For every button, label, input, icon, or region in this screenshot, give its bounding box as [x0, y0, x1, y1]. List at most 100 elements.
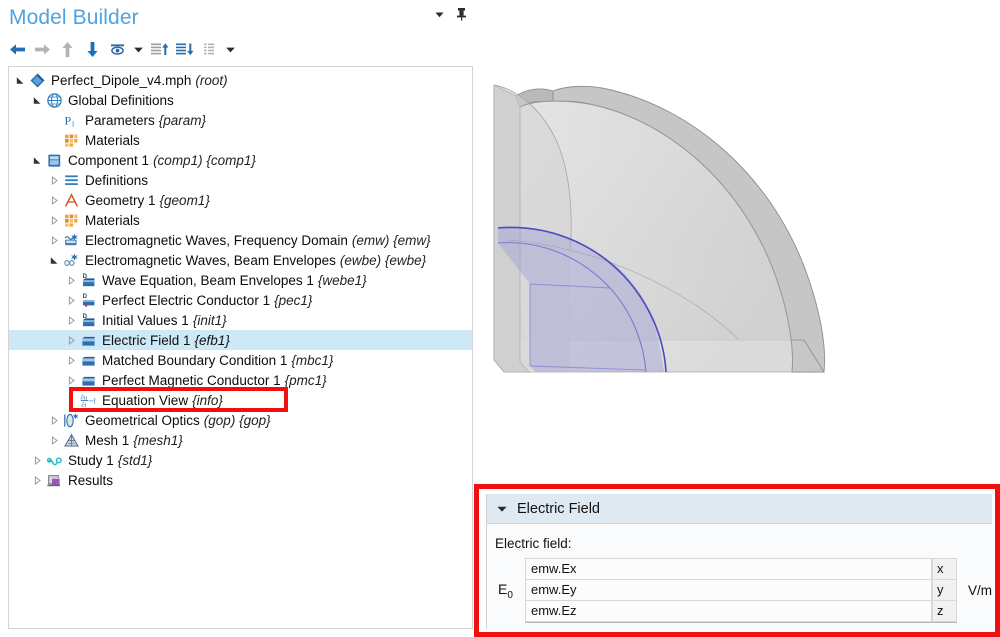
tree-node-results[interactable]: Results [9, 470, 472, 490]
ey-input[interactable]: emw.Ey [525, 579, 932, 601]
tree-node-tag: (comp1) {comp1} [153, 152, 256, 168]
pec-node-icon: D [80, 292, 97, 309]
tree-node-label: Materials [85, 132, 140, 148]
back-button[interactable] [5, 36, 30, 62]
tree-collapsed-icon[interactable] [49, 235, 60, 246]
tree-node-tag: {mesh1} [133, 432, 183, 448]
equation-view-icon: ∂u ∂t =f [80, 392, 97, 409]
model-root-icon [29, 72, 46, 89]
geometry-icon [63, 192, 80, 209]
svg-text:∂t: ∂t [81, 402, 86, 409]
collapse-dropdown-icon[interactable] [433, 8, 446, 26]
tree-node-wave-equation-beam-envelopes-1[interactable]: D Wave Equation, Beam Envelopes 1 {webe1} [9, 270, 472, 290]
tree-collapsed-icon[interactable] [66, 375, 77, 386]
move-down-button[interactable] [80, 36, 105, 62]
show-dropdown-button[interactable] [130, 36, 147, 62]
tree-node-label: Initial Values 1 [102, 312, 189, 328]
move-up-button[interactable] [55, 36, 80, 62]
tree-node-perfect-electric-conductor-1[interactable]: D Perfect Electric Conductor 1 {pec1} [9, 290, 472, 310]
tree-node-perfect-magnetic-conductor-1[interactable]: Perfect Magnetic Conductor 1 {pmc1} [9, 370, 472, 390]
table-row: emw.Ez z [525, 600, 957, 622]
tree-node-parameters[interactable]: Pi Parameters {param} [9, 110, 472, 130]
tree-collapsed-icon[interactable] [32, 455, 43, 466]
tree-node-geometrical-optics[interactable]: Geometrical Optics (gop) {gop} [9, 410, 472, 430]
expand-all-button[interactable] [172, 36, 197, 62]
tree-collapsed-icon[interactable] [49, 415, 60, 426]
tree-node-label: Electric Field 1 [102, 332, 191, 348]
tree-collapsed-icon[interactable] [66, 295, 77, 306]
model-builder-window: Model Builder Perfect_Dipole_v4.mph (roo… [0, 0, 1000, 637]
tree-node-label: Materials [85, 212, 140, 228]
ez-input[interactable]: emw.Ez [525, 600, 932, 622]
tree-node-tag: {geom1} [159, 192, 210, 208]
tree-node-tag: (gop) {gop} [203, 412, 271, 428]
show-button[interactable] [105, 36, 130, 62]
list-dropdown-button[interactable] [222, 36, 239, 62]
tree-collapsed-icon[interactable] [49, 175, 60, 186]
tree-node-geometry-1[interactable]: Geometry 1 {geom1} [9, 190, 472, 210]
list-view-button[interactable] [197, 36, 222, 62]
tree-node-tag: {efb1} [194, 332, 230, 348]
tree-node-label: Electromagnetic Waves, Beam Envelopes [85, 252, 336, 268]
tree-node-label: Perfect Magnetic Conductor 1 [102, 372, 281, 388]
tree-collapsed-icon[interactable] [32, 475, 43, 486]
tree-node-label: Parameters [85, 112, 155, 128]
domain-node-icon: D [80, 272, 97, 289]
tree-twisty-none [66, 395, 77, 406]
tree-node-electric-field-1[interactable]: Electric Field 1 {efb1} [9, 330, 472, 350]
svg-text:P: P [65, 113, 72, 127]
study-icon [46, 452, 63, 469]
tree-collapsed-icon[interactable] [66, 275, 77, 286]
tree-expanded-icon[interactable] [32, 95, 43, 106]
ex-input[interactable]: emw.Ex [525, 558, 932, 580]
x-axis-label: x [931, 558, 957, 580]
forward-button[interactable] [30, 36, 55, 62]
tree-node-initial-values-1[interactable]: D Initial Values 1 {init1} [9, 310, 472, 330]
model-builder-titlebar: Model Builder [0, 0, 474, 34]
tree-collapsed-icon[interactable] [66, 315, 77, 326]
tree-node-global-definitions[interactable]: Global Definitions [9, 90, 472, 110]
unit-label: V/m [967, 583, 992, 598]
boundary-node-icon [80, 372, 97, 389]
y-axis-label: y [931, 579, 957, 601]
tree-node-study-1[interactable]: Study 1 {std1} [9, 450, 472, 470]
tree-node-label: Study 1 [68, 452, 114, 468]
tree-node-label: Matched Boundary Condition 1 [102, 352, 288, 368]
section-header-electric-field[interactable]: Electric Field [487, 494, 992, 524]
optics-icon [63, 412, 80, 429]
tree-node-tag: (emw) {emw} [351, 232, 431, 248]
tree-node-tag: {info} [192, 392, 223, 408]
tree-node-tag: {mbc1} [291, 352, 334, 368]
model-builder-pane: Model Builder Perfect_Dipole_v4.mph (roo… [0, 0, 474, 637]
tree-collapsed-icon[interactable] [66, 355, 77, 366]
tree-collapsed-icon[interactable] [49, 195, 60, 206]
electric-field-label: Electric field: [495, 536, 572, 551]
tree-expanded-icon[interactable] [49, 255, 60, 266]
results-icon [46, 472, 63, 489]
tree-collapsed-icon[interactable] [49, 215, 60, 226]
tree-collapsed-icon[interactable] [49, 435, 60, 446]
electric-field-table: E0 emw.Ex x emw.Ey y emw.Ez z V/m [495, 558, 992, 623]
tree-collapsed-icon[interactable] [66, 335, 77, 346]
tree-node-perfect-dipole-v4-mph[interactable]: Perfect_Dipole_v4.mph (root) [9, 70, 472, 90]
tree-node-matched-boundary-condition-1[interactable]: Matched Boundary Condition 1 {mbc1} [9, 350, 472, 370]
materials-icon [63, 212, 80, 229]
tree-node-electromagnetic-waves-beam-envelopes[interactable]: Electromagnetic Waves, Beam Envelopes (ew… [9, 250, 472, 270]
svg-text:=f: =f [89, 396, 96, 405]
tree-node-materials[interactable]: Materials [9, 130, 472, 150]
model-tree[interactable]: Perfect_Dipole_v4.mph (root) Global Defini… [8, 66, 473, 629]
tree-node-equation-view[interactable]: ∂u ∂t =f Equation View {info} [9, 390, 472, 410]
tree-node-definitions[interactable]: Definitions [9, 170, 472, 190]
tree-node-electromagnetic-waves-frequency-domain[interactable]: Electromagnetic Waves, Frequency Domain(… [9, 230, 472, 250]
collapse-all-button[interactable] [147, 36, 172, 62]
svg-text:D: D [83, 294, 88, 300]
pin-icon[interactable] [455, 7, 468, 26]
tree-node-materials[interactable]: Materials [9, 210, 472, 230]
tree-node-component-1[interactable]: Component 1 (comp1) {comp1} [9, 150, 472, 170]
section-body: Electric field: E0 emw.Ex x emw.Ey y emw… [487, 524, 992, 623]
tree-expanded-icon[interactable] [15, 75, 26, 86]
tree-twisty-none [49, 115, 60, 126]
chevron-down-icon[interactable] [487, 503, 517, 515]
tree-expanded-icon[interactable] [32, 155, 43, 166]
tree-node-mesh-1[interactable]: Mesh 1 {mesh1} [9, 430, 472, 450]
